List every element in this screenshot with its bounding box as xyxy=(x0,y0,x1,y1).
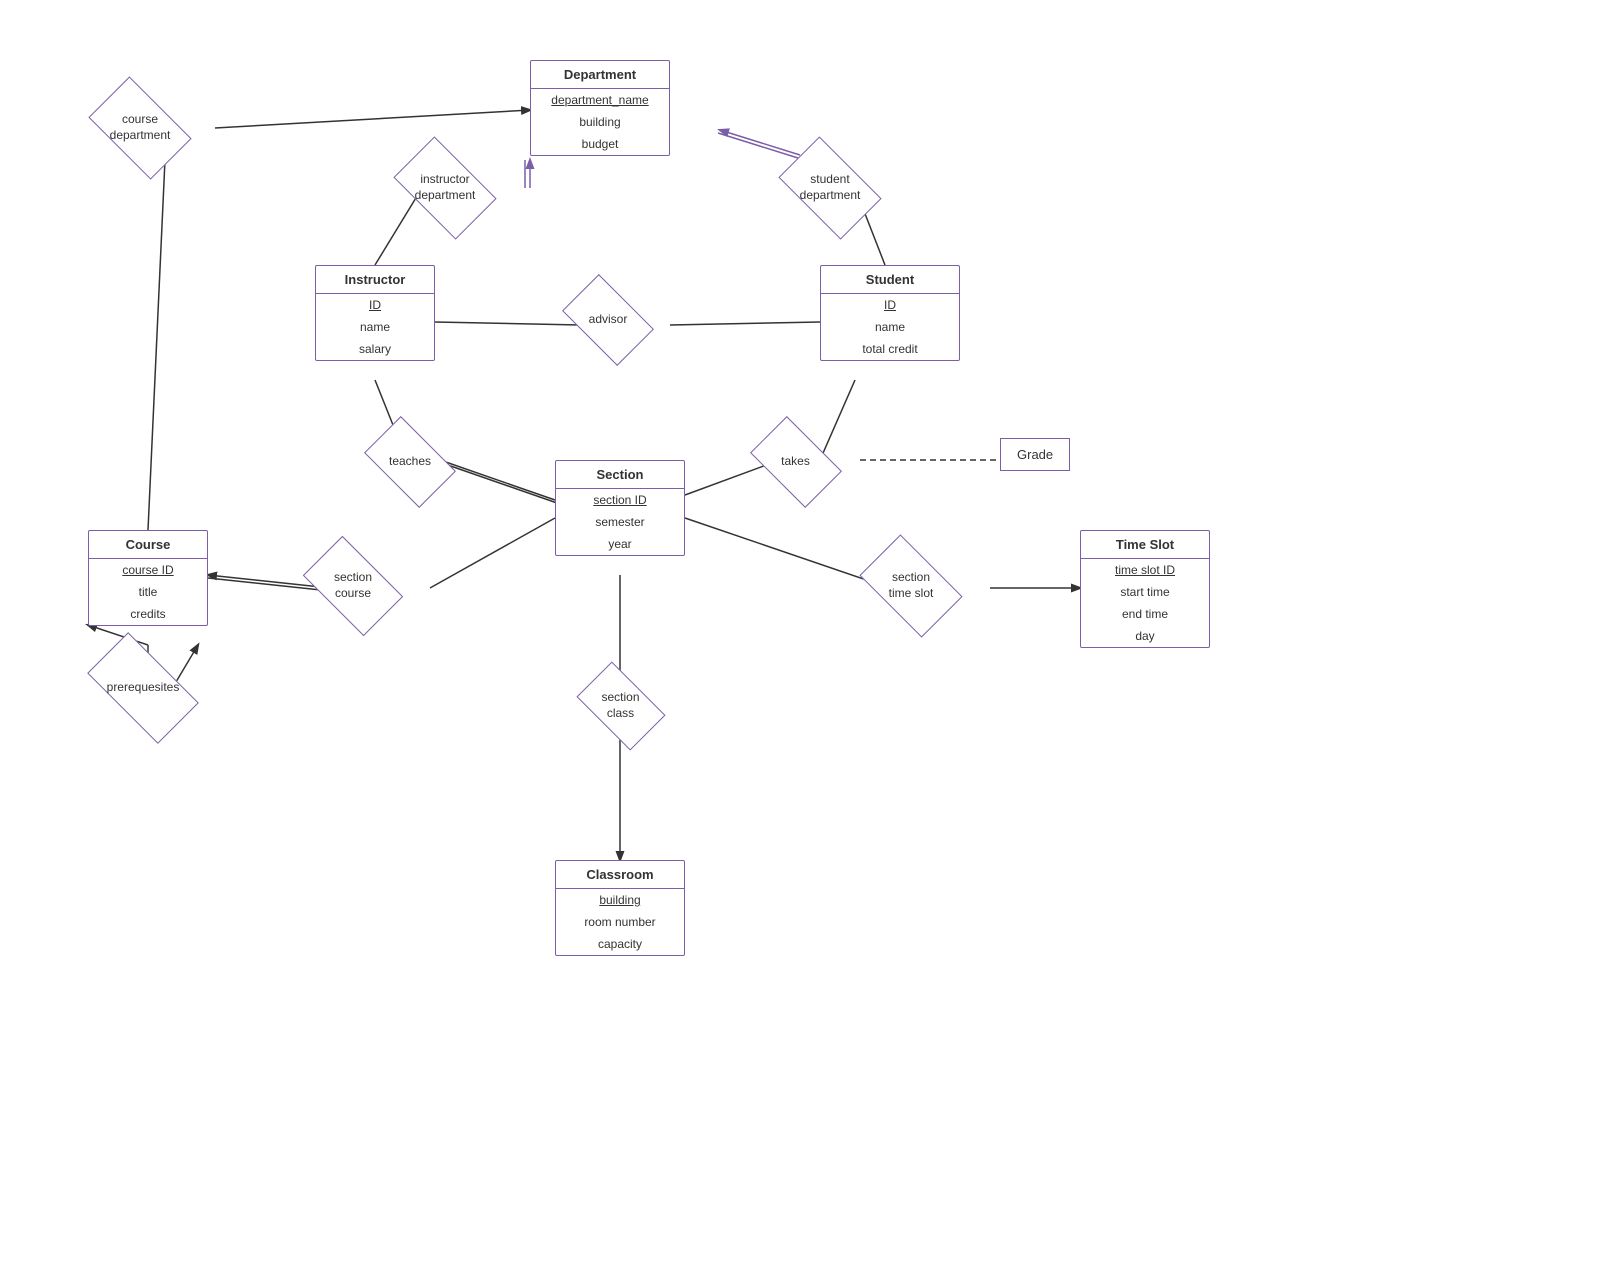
entity-course-attr-1: title xyxy=(89,581,207,603)
relationship-advisor-label: advisor xyxy=(585,312,632,328)
entity-instructor: Instructor ID name salary xyxy=(315,265,435,361)
relationship-takes-label: takes xyxy=(777,454,814,470)
entity-instructor-title: Instructor xyxy=(316,266,434,293)
entity-timeslot-attr-2: end time xyxy=(1081,603,1209,625)
grade-label: Grade xyxy=(1017,447,1053,462)
entity-section-attr-2: year xyxy=(556,533,684,555)
entity-department-attr-0: department_name xyxy=(531,89,669,111)
entity-section-attr-1: semester xyxy=(556,511,684,533)
entity-course: Course course ID title credits xyxy=(88,530,208,626)
entity-department-attr-1: building xyxy=(531,111,669,133)
entity-department: Department department_name building budg… xyxy=(530,60,670,156)
entity-classroom-attr-0: building xyxy=(556,889,684,911)
entity-department-title: Department xyxy=(531,61,669,88)
entity-classroom-attr-2: capacity xyxy=(556,933,684,955)
relationship-course-department-label: coursedepartment xyxy=(106,112,175,143)
relationship-prerequesites: prerequesites xyxy=(78,650,208,726)
relationship-section-course-label: sectioncourse xyxy=(330,570,376,601)
entity-timeslot-title: Time Slot xyxy=(1081,531,1209,558)
relationship-prerequesites-label: prerequesites xyxy=(103,680,184,696)
entity-section-attr-0: section ID xyxy=(556,489,684,511)
entity-classroom: Classroom building room number capacity xyxy=(555,860,685,956)
relationship-course-department: coursedepartment xyxy=(80,88,200,168)
entity-section-title: Section xyxy=(556,461,684,488)
entity-student-attr-2: total credit xyxy=(821,338,959,360)
er-diagram: Department department_name building budg… xyxy=(0,0,1600,1280)
entity-instructor-attr-1: name xyxy=(316,316,434,338)
relationship-section-class-label: sectionclass xyxy=(597,690,643,721)
entity-student-title: Student xyxy=(821,266,959,293)
grade-box: Grade xyxy=(1000,438,1070,471)
entity-instructor-attr-2: salary xyxy=(316,338,434,360)
relationship-instructor-department: instructordepartment xyxy=(385,148,505,228)
entity-course-title: Course xyxy=(89,531,207,558)
entity-timeslot-attr-1: start time xyxy=(1081,581,1209,603)
entity-course-attr-0: course ID xyxy=(89,559,207,581)
relationship-section-timeslot-label: sectiontime slot xyxy=(885,570,938,601)
entity-student-attr-0: ID xyxy=(821,294,959,316)
entity-timeslot-attr-3: day xyxy=(1081,625,1209,647)
relationship-student-department-label: studentdepartment xyxy=(796,172,865,203)
entity-timeslot: Time Slot time slot ID start time end ti… xyxy=(1080,530,1210,648)
relationship-student-department: studentdepartment xyxy=(770,148,890,228)
entity-course-attr-2: credits xyxy=(89,603,207,625)
relationship-takes: takes xyxy=(748,428,843,496)
entity-instructor-attr-0: ID xyxy=(316,294,434,316)
entity-timeslot-attr-0: time slot ID xyxy=(1081,559,1209,581)
entity-classroom-attr-1: room number xyxy=(556,911,684,933)
entity-classroom-title: Classroom xyxy=(556,861,684,888)
relationship-instructor-department-label: instructordepartment xyxy=(411,172,480,203)
relationship-section-timeslot: sectiontime slot xyxy=(856,548,966,624)
relationship-teaches: teaches xyxy=(360,428,460,496)
relationship-advisor: advisor xyxy=(558,285,658,355)
entity-section: Section section ID semester year xyxy=(555,460,685,556)
relationship-teaches-label: teaches xyxy=(385,454,435,470)
entity-student: Student ID name total credit xyxy=(820,265,960,361)
relationship-section-course: sectioncourse xyxy=(298,548,408,624)
entity-department-attr-2: budget xyxy=(531,133,669,155)
relationship-section-class: sectionclass xyxy=(573,672,668,740)
entity-student-attr-1: name xyxy=(821,316,959,338)
